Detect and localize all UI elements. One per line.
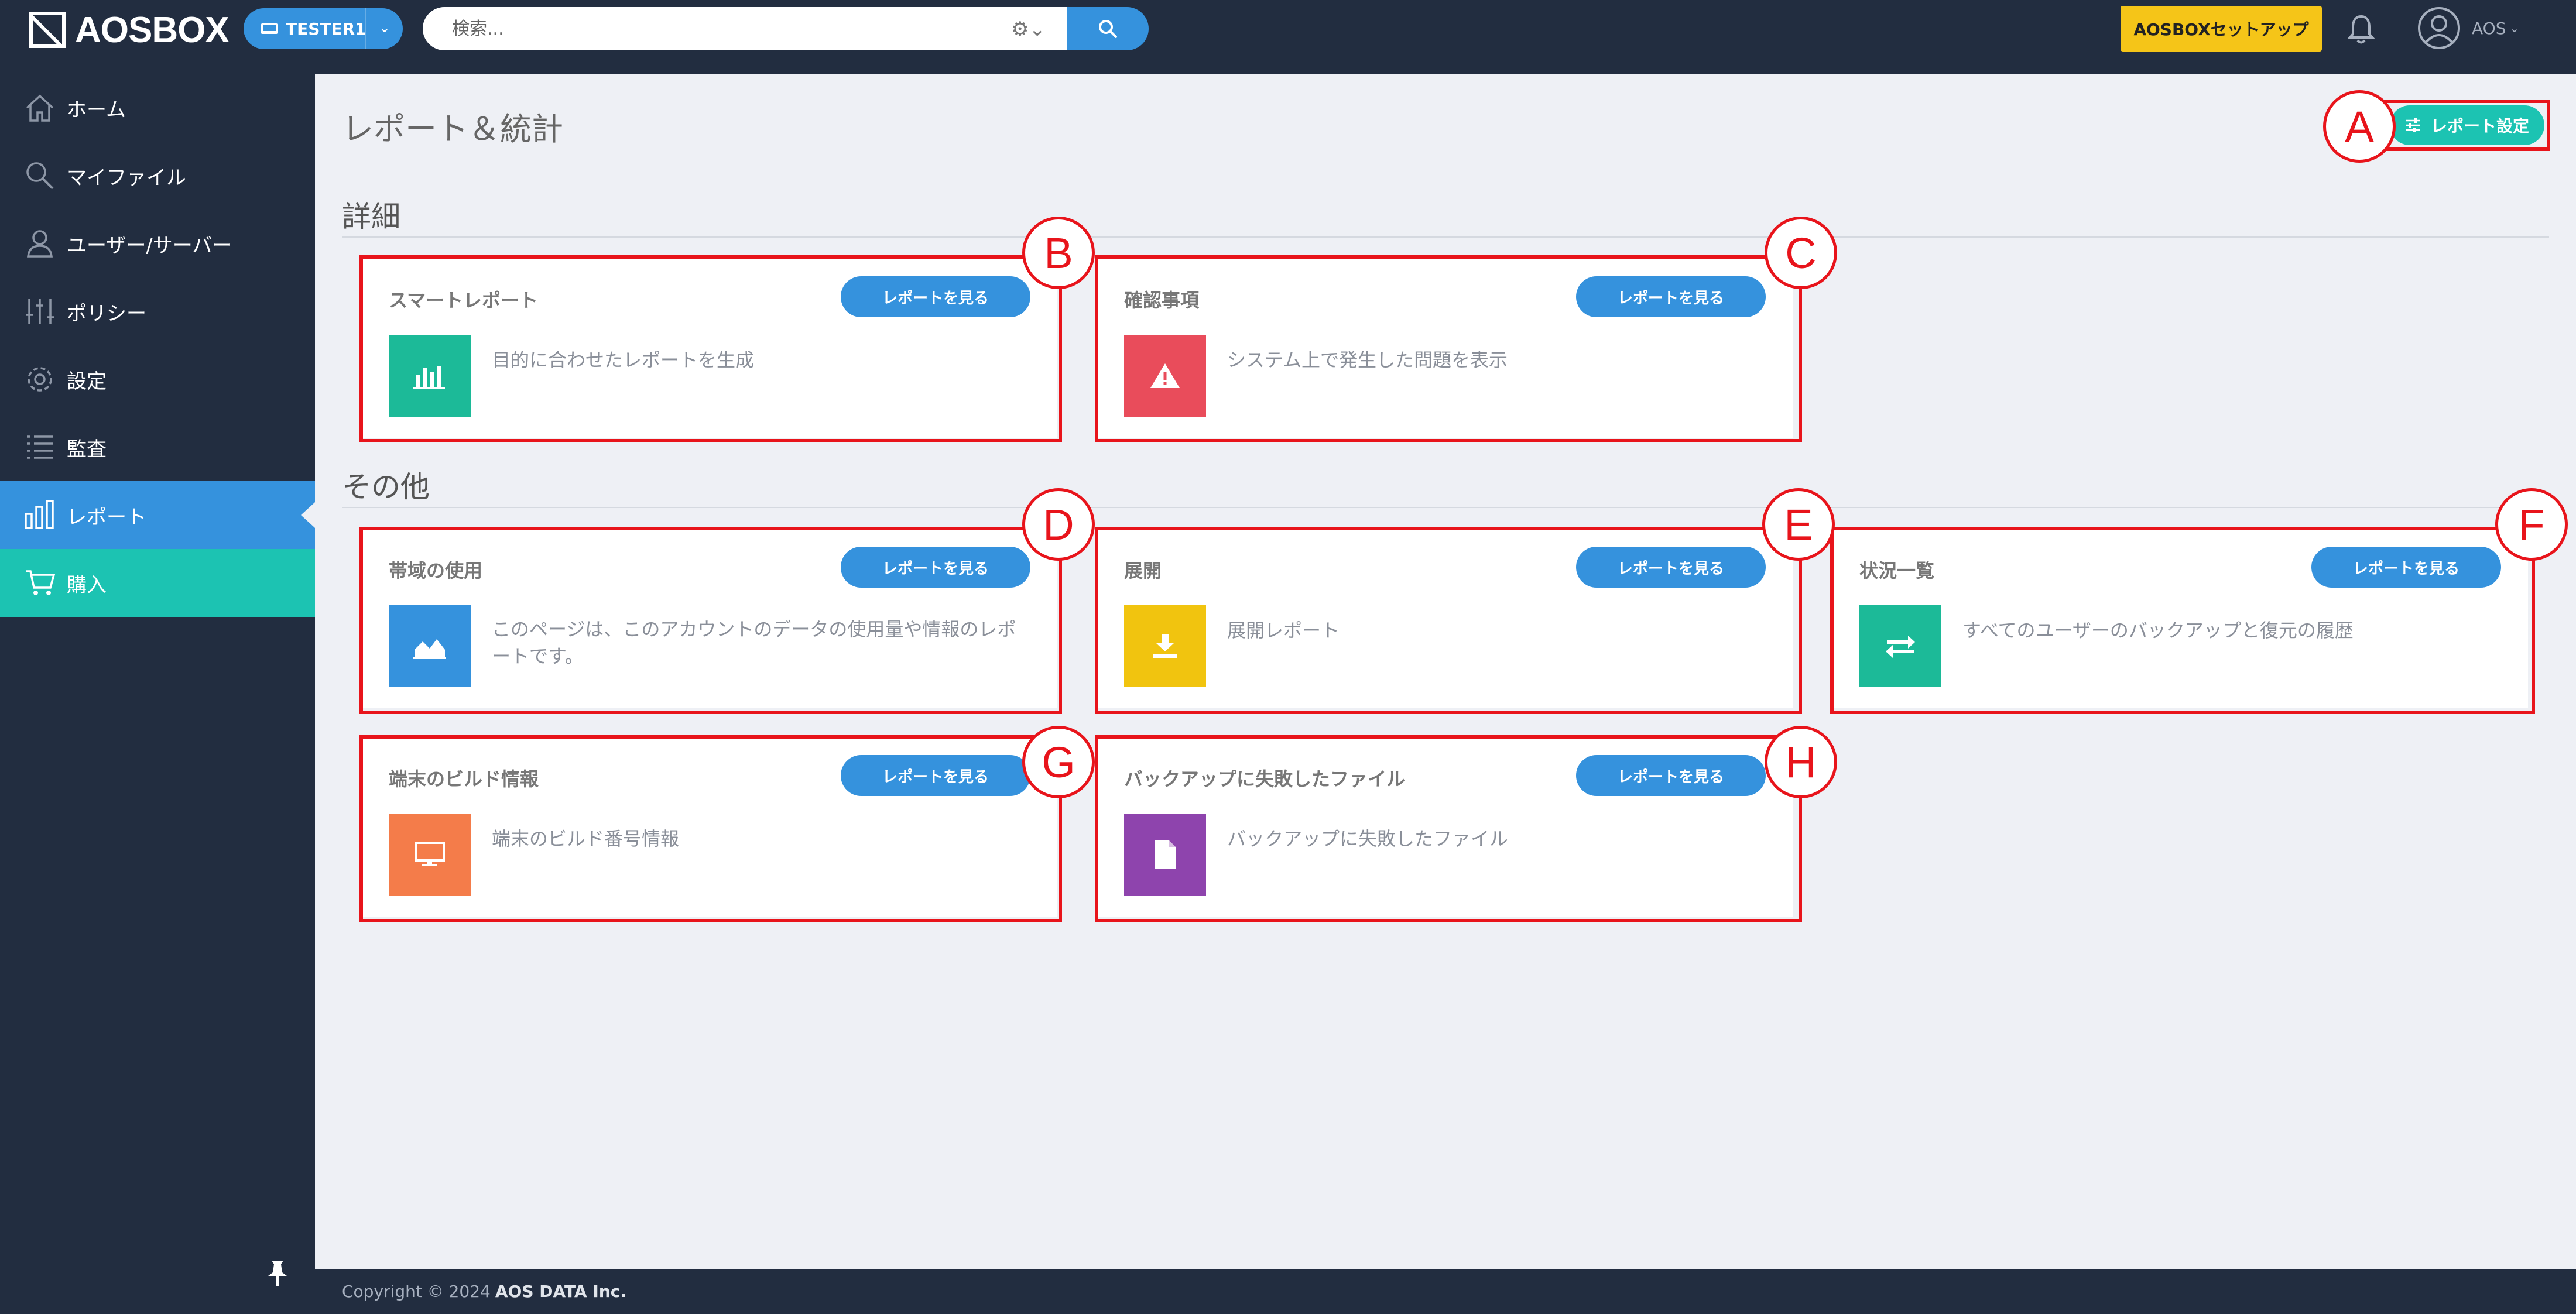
- sidebar: ホーム マイファイル ユーザー/サーバー ポリシー 設定 監査 レポート 購入: [0, 74, 315, 1314]
- marker-g: G: [1022, 726, 1095, 798]
- divider: [342, 236, 2549, 238]
- user-menu[interactable]: AOS ⌄: [2417, 4, 2519, 53]
- tenant-dropdown[interactable]: TESTER1 ⌄: [244, 8, 403, 49]
- avatar-icon: [2418, 7, 2460, 49]
- pin-icon[interactable]: [265, 1258, 290, 1288]
- sidebar-item-label: 購入: [67, 573, 107, 597]
- footer-company: AOS DATA Inc.: [495, 1282, 626, 1301]
- bell-icon[interactable]: [2347, 13, 2375, 48]
- bar-chart-icon: [25, 500, 54, 529]
- page-title: レポート＆統計: [342, 111, 563, 147]
- marker-f: F: [2495, 488, 2568, 561]
- sidebar-item-label: ホーム: [67, 98, 126, 122]
- tenant-separator: [365, 8, 366, 49]
- marker-b: B: [1022, 217, 1095, 289]
- marker-h: H: [1765, 726, 1837, 798]
- search-icon: [26, 162, 54, 190]
- logo-text: AOSBOX: [75, 9, 229, 50]
- cart-icon: [26, 570, 56, 595]
- sidebar-item-settings[interactable]: 設定: [0, 345, 315, 413]
- sidebar-item-purchase[interactable]: 購入: [0, 549, 315, 617]
- highlight-box-a: [2384, 100, 2550, 151]
- footer-copyright: Copyright © 2024: [342, 1282, 491, 1301]
- highlight-box-c: [1095, 255, 1802, 442]
- chevron-down-icon: ⌄: [2509, 21, 2520, 35]
- setup-button[interactable]: AOSBOXセットアップ: [2121, 6, 2322, 52]
- search-input[interactable]: [452, 18, 979, 39]
- sidebar-item-label: ユーザー/サーバー: [67, 234, 232, 258]
- highlight-box-g: [359, 735, 1062, 922]
- section-title-details: 詳細: [342, 200, 400, 234]
- sidebar-item-label: 設定: [67, 369, 107, 393]
- marker-c: C: [1765, 217, 1837, 289]
- footer: Copyright © 2024 AOS DATA Inc.: [315, 1269, 2576, 1314]
- sidebar-item-policy[interactable]: ポリシー: [0, 277, 315, 345]
- highlight-box-d: [359, 527, 1062, 714]
- sidebar-item-my-files[interactable]: マイファイル: [0, 142, 315, 210]
- sidebar-item-home[interactable]: ホーム: [0, 74, 315, 142]
- search-button[interactable]: [1067, 7, 1149, 50]
- highlight-box-b: [359, 255, 1062, 442]
- sidebar-item-audit[interactable]: 監査: [0, 413, 315, 481]
- search-options-gear-icon[interactable]: ⚙⌄: [1011, 18, 1046, 41]
- marker-d: D: [1022, 488, 1095, 561]
- highlight-box-f: [1830, 527, 2535, 714]
- home-icon: [26, 94, 54, 122]
- section-title-other: その他: [342, 470, 430, 504]
- chevron-down-icon: ⌄: [379, 21, 390, 36]
- search-bar: ⚙⌄: [423, 7, 1067, 50]
- sidebar-item-users-servers[interactable]: ユーザー/サーバー: [0, 210, 315, 277]
- users-icon: [27, 230, 53, 258]
- gear-icon: [28, 367, 52, 392]
- logo-mark-icon: [29, 12, 66, 48]
- laptop-icon: [261, 23, 278, 34]
- sidebar-item-label: レポート: [67, 505, 146, 529]
- search-icon: [1099, 20, 1117, 38]
- divider: [342, 507, 2549, 508]
- list-icon: [27, 435, 53, 459]
- logo[interactable]: AOSBOX: [29, 9, 229, 50]
- sidebar-item-label: マイファイル: [67, 166, 186, 190]
- marker-a: A: [2323, 90, 2396, 163]
- user-name: AOS: [2472, 18, 2506, 38]
- marker-e: E: [1762, 488, 1835, 561]
- top-bar: AOSBOX TESTER1 ⌄ ⚙⌄ AOSBOXセットアップ AOS ⌄: [0, 0, 2576, 74]
- sliders-icon: [26, 299, 54, 324]
- sidebar-item-label: ポリシー: [67, 301, 146, 325]
- highlight-box-e: [1095, 527, 1802, 714]
- sidebar-item-reports[interactable]: レポート: [0, 481, 315, 549]
- tenant-label: TESTER1: [286, 19, 366, 39]
- sidebar-item-label: 監査: [67, 437, 107, 461]
- highlight-box-h: [1095, 735, 1802, 922]
